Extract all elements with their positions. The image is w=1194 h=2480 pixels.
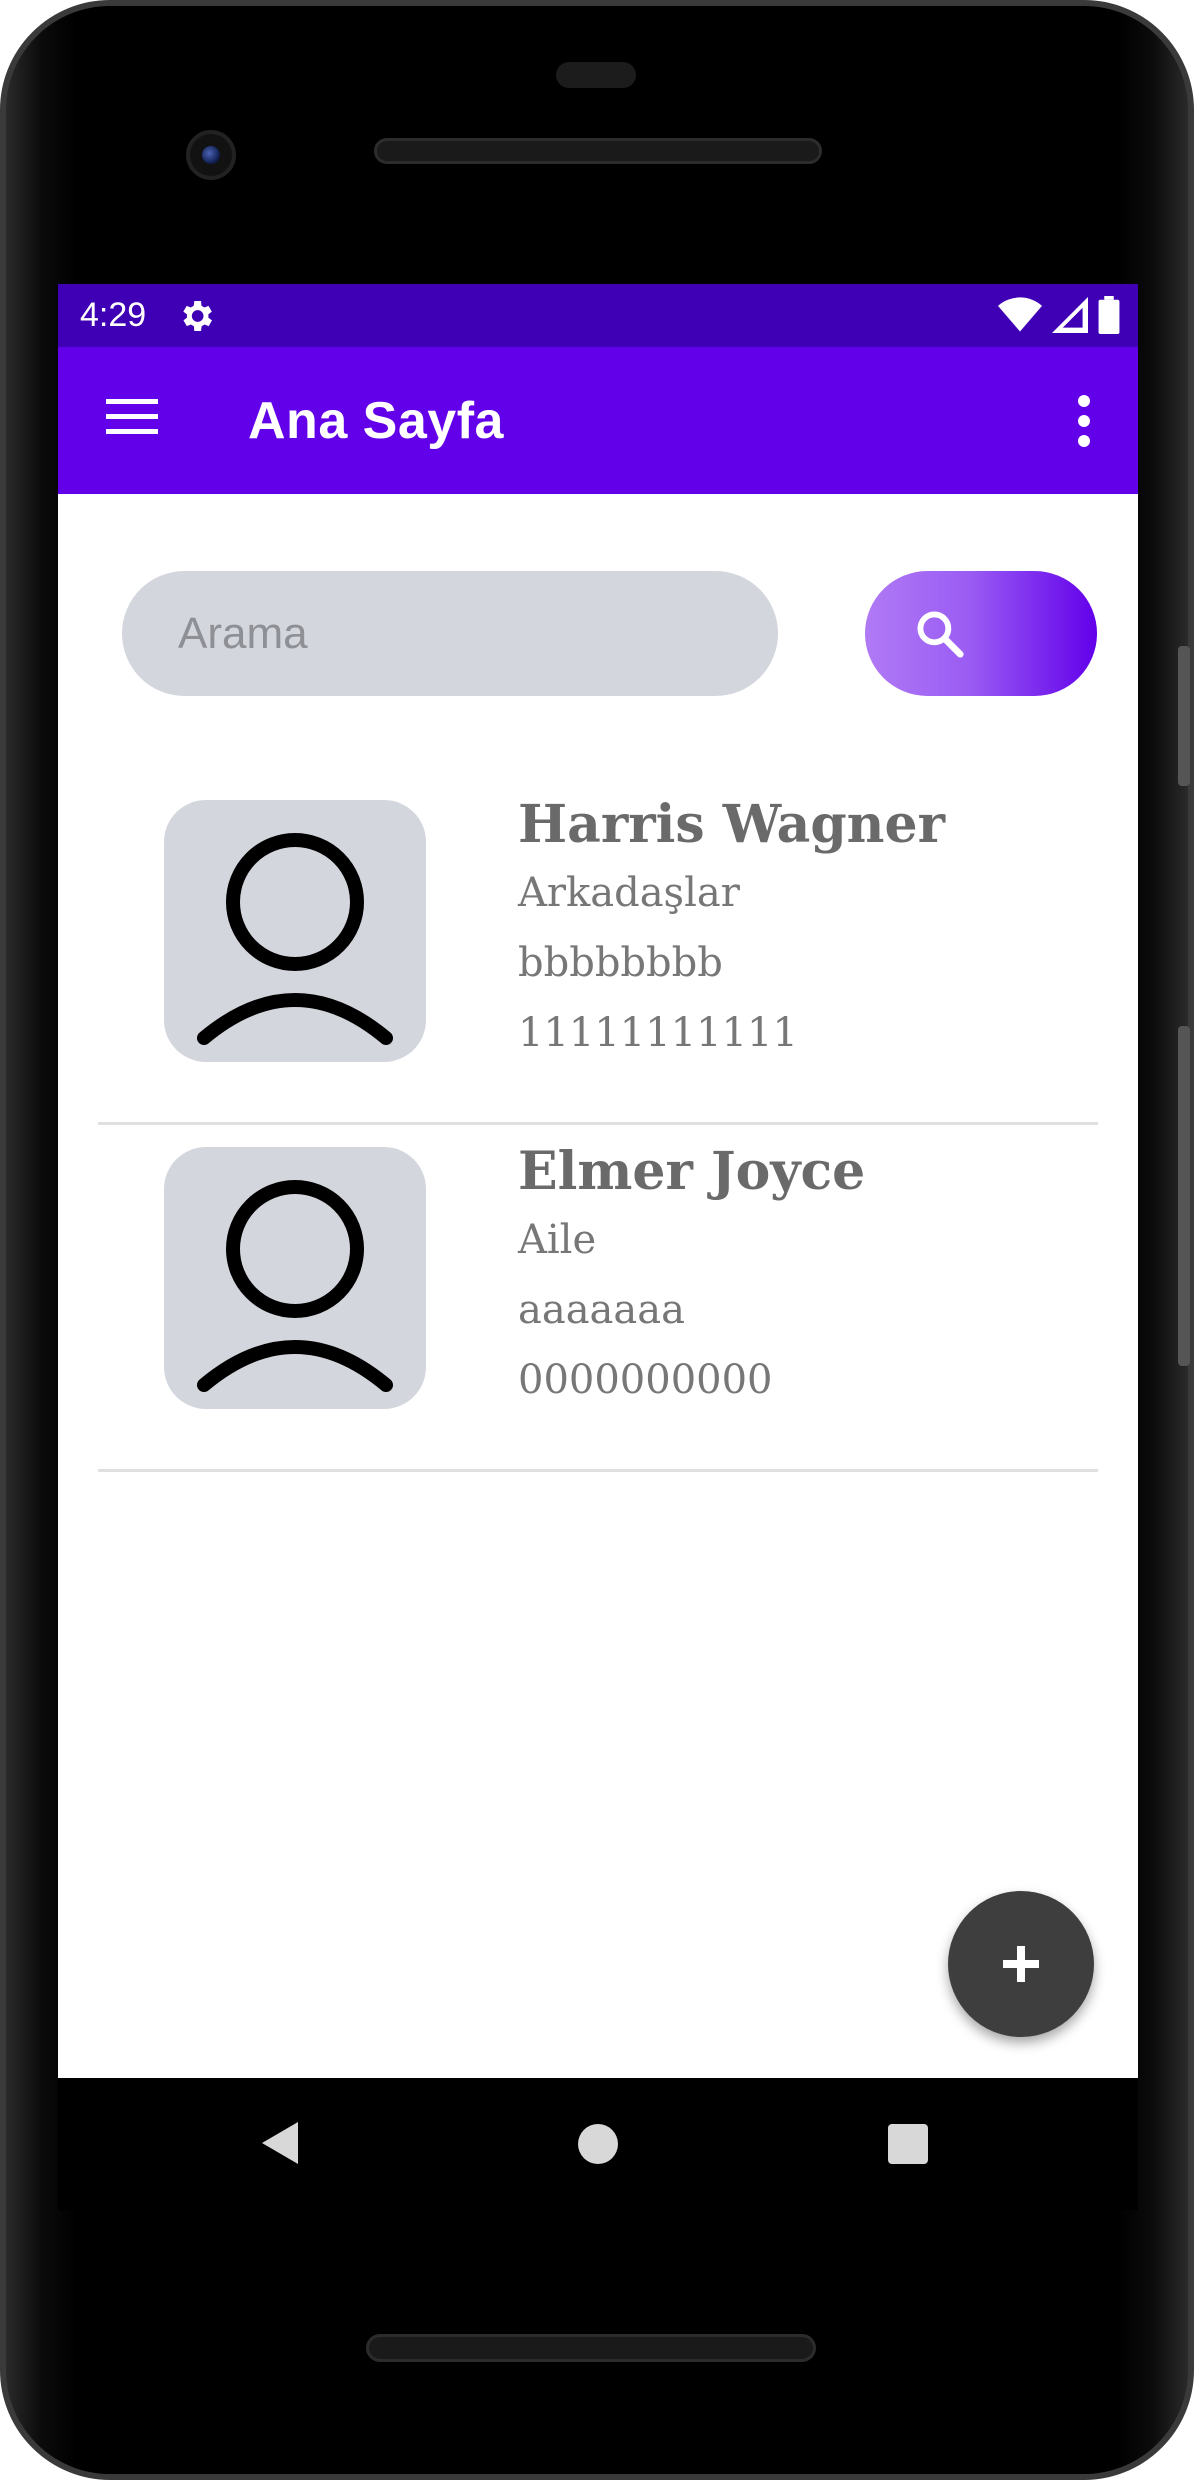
app-bar: Ana Sayfa (58, 347, 1138, 494)
page-title: Ana Sayfa (248, 392, 504, 450)
add-contact-button[interactable] (948, 1891, 1094, 2037)
contact-group: Arkadaşlar (518, 870, 740, 916)
contact-note: bbbbbbbb (518, 940, 723, 986)
contact-name: Harris Wagner (518, 794, 945, 855)
person-icon (197, 833, 393, 1045)
phone-frame: 4:29 Ana Sayfa Arama Harris Wagner Arkad… (0, 0, 1194, 2480)
signal-icon (1052, 297, 1088, 333)
earpiece (556, 62, 636, 88)
search-icon (917, 611, 964, 658)
person-icon (197, 1180, 393, 1392)
list-item[interactable]: Elmer Joyce Aile aaaaaaa 0000000000 (98, 1125, 1098, 1472)
avatar (164, 1147, 426, 1409)
status-icons (998, 296, 1120, 334)
contact-note: aaaaaaa (518, 1287, 685, 1333)
status-bar: 4:29 (58, 284, 1138, 347)
search-field[interactable] (122, 571, 778, 696)
volume-button (1178, 1026, 1190, 1366)
contact-phone: 11111111111 (518, 1010, 798, 1056)
search-input[interactable] (176, 607, 720, 660)
search-button[interactable] (865, 571, 1097, 696)
contact-name: Elmer Joyce (518, 1141, 866, 1202)
contact-info: Harris Wagner Arkadaşlar bbbbbbbb 111111… (518, 792, 945, 1068)
wifi-icon (998, 297, 1042, 332)
contact-phone: 0000000000 (518, 1357, 773, 1403)
home-icon[interactable] (578, 2124, 618, 2164)
front-camera-icon (186, 130, 236, 180)
battery-icon (1098, 296, 1120, 334)
more-vert-icon[interactable] (1074, 393, 1094, 449)
recents-icon[interactable] (888, 2124, 928, 2164)
settings-gear-icon (183, 301, 212, 331)
contact-group: Aile (518, 1217, 597, 1263)
hamburger-menu-icon[interactable] (106, 397, 158, 437)
contact-info: Elmer Joyce Aile aaaaaaa 0000000000 (518, 1139, 865, 1415)
contact-list: Harris Wagner Arkadaşlar bbbbbbbb 111111… (98, 778, 1098, 1472)
list-item[interactable]: Harris Wagner Arkadaşlar bbbbbbbb 111111… (98, 778, 1098, 1125)
screen: 4:29 Ana Sayfa Arama Harris Wagner Arkad… (58, 284, 1138, 2078)
avatar (164, 800, 426, 1062)
add-icon (1003, 1946, 1039, 1982)
top-speaker-grille (374, 138, 822, 164)
power-button (1178, 646, 1190, 786)
back-icon[interactable] (260, 2120, 300, 2166)
system-nav-bar (58, 2078, 1138, 2210)
status-time: 4:29 (80, 296, 147, 334)
bottom-speaker-grille (366, 2334, 816, 2362)
